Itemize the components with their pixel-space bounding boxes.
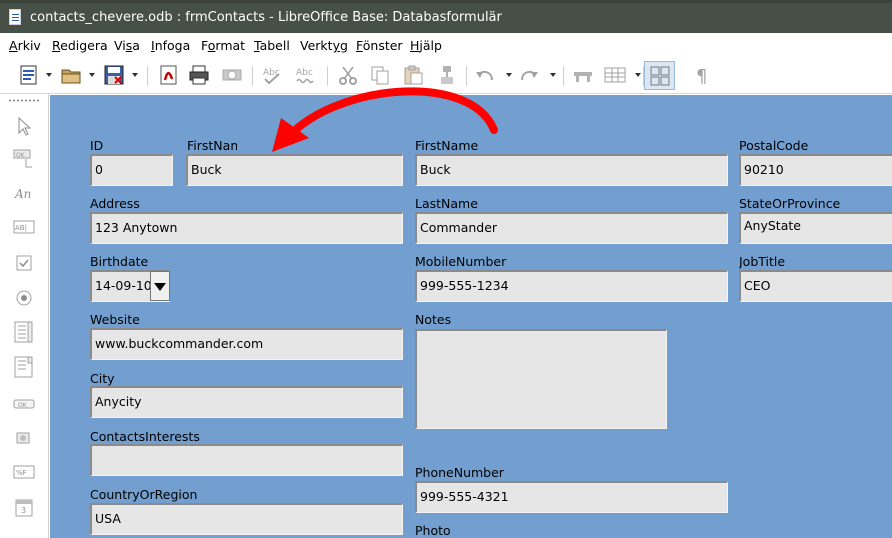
print-preview-icon[interactable] xyxy=(221,64,243,86)
print-icon[interactable] xyxy=(188,64,210,86)
combo-box-control-icon[interactable] xyxy=(13,356,35,378)
jobtitle-label: JobTitle xyxy=(739,254,786,269)
export-pdf-icon[interactable] xyxy=(158,64,180,86)
birthdate-dropdown-button[interactable] xyxy=(150,271,170,301)
open-dropdown[interactable] xyxy=(89,73,95,77)
countryorregion-field[interactable]: USA xyxy=(90,503,403,535)
cut-icon[interactable] xyxy=(337,64,359,86)
redo-dropdown[interactable] xyxy=(550,73,556,77)
postalcode-label: PostalCode xyxy=(739,138,809,153)
menu-item-4[interactable]: Format xyxy=(201,38,245,53)
lastname-label: LastName xyxy=(415,196,478,211)
contactsinterests-label: ContactsInterests xyxy=(90,429,200,444)
city-label: City xyxy=(90,371,115,386)
menu-item-7[interactable]: Fönster xyxy=(356,38,403,53)
menu-item-5[interactable]: Tabell xyxy=(254,38,290,53)
formatted-field-control-icon[interactable]: %F xyxy=(13,461,35,483)
paste-icon[interactable] xyxy=(402,64,424,86)
menu-item-1[interactable]: Redigera xyxy=(52,38,108,53)
menu-item-0[interactable]: Arkiv xyxy=(9,38,41,53)
standard-toolbar: Abc Abc ¶ xyxy=(0,57,892,94)
autospellcheck-icon[interactable]: Abc xyxy=(295,64,317,86)
svg-text:OK: OK xyxy=(18,402,28,409)
design-mode-icon xyxy=(650,66,670,86)
svg-text:%F: %F xyxy=(16,469,27,477)
open-folder-icon[interactable] xyxy=(60,64,82,86)
id-field[interactable]: 0 xyxy=(90,154,173,186)
notes-field[interactable] xyxy=(415,329,667,429)
undo-icon[interactable] xyxy=(474,64,496,86)
city-field[interactable]: Anycity xyxy=(90,386,403,418)
save-icon[interactable] xyxy=(103,64,125,86)
label-control-icon[interactable]: An xyxy=(13,182,35,204)
menu-item-3[interactable]: Infoga xyxy=(151,38,190,53)
address-label: Address xyxy=(90,196,140,211)
svg-text:OK: OK xyxy=(16,152,26,159)
svg-text:Abc: Abc xyxy=(296,68,313,78)
firstname-short-label: FirstNam xyxy=(187,138,237,153)
menu-item-8[interactable]: Hjälp xyxy=(410,38,442,53)
list-box-control-icon[interactable] xyxy=(13,321,35,343)
phonenumber-label: PhoneNumber xyxy=(415,465,504,480)
menu-item-2[interactable]: Visa xyxy=(114,38,140,53)
firstname-label: FirstName xyxy=(415,138,479,153)
option-button-control-icon[interactable] xyxy=(13,287,35,309)
birthdate-label: Birthdate xyxy=(90,254,149,269)
id-label: ID xyxy=(90,138,104,153)
toolbar-grip[interactable] xyxy=(8,99,40,102)
countryorregion-label: CountryOrRegion xyxy=(90,487,198,502)
website-field[interactable]: www.buckcommander.com xyxy=(90,328,403,360)
spellcheck-icon[interactable]: Abc xyxy=(262,64,284,86)
address-field[interactable]: 123 Anytown xyxy=(90,212,403,244)
clone-formatting-icon[interactable] xyxy=(436,64,458,86)
select-pointer-icon[interactable] xyxy=(13,115,35,137)
check-box-control-icon[interactable] xyxy=(13,252,35,274)
document-icon xyxy=(9,9,21,25)
date-field-control-icon[interactable]: 3 xyxy=(13,496,35,518)
stateorprovince-field[interactable]: AnyState xyxy=(739,212,892,244)
postalcode-field[interactable]: 90210 xyxy=(739,154,892,186)
mobilenumber-label: MobileNumber xyxy=(415,254,507,269)
table-dropdown[interactable] xyxy=(635,73,641,77)
new-document-dropdown[interactable] xyxy=(46,73,52,77)
window-title: contacts_chevere.odb : frmContacts - Lib… xyxy=(30,10,502,25)
image-control-icon[interactable] xyxy=(13,427,35,449)
mobilenumber-field[interactable]: 999-555-1234 xyxy=(415,270,728,302)
phonenumber-field[interactable]: 999-555-4321 xyxy=(415,481,728,513)
text-box-control-icon[interactable]: AB| xyxy=(13,216,35,238)
new-document-icon[interactable] xyxy=(18,64,40,86)
push-button-control-icon[interactable]: OK xyxy=(13,147,35,169)
menu-item-6[interactable]: Verktyg xyxy=(300,38,348,53)
save-dropdown[interactable] xyxy=(132,73,138,77)
table-icon[interactable] xyxy=(604,64,626,86)
svg-text:An: An xyxy=(14,187,31,201)
navigator-icon[interactable] xyxy=(572,64,594,86)
more-controls-icon[interactable]: OK xyxy=(13,393,35,415)
form-canvas[interactable]: ID 0 FirstNam Buck Address 123 Anytown B… xyxy=(50,95,892,538)
svg-text:¶: ¶ xyxy=(696,66,707,86)
notes-label: Notes xyxy=(415,312,452,327)
menu-bar: Arkiv Redigera Visa Infoga Format Tabell Verkt… xyxy=(0,33,892,57)
firstname-short-field[interactable]: Buck xyxy=(186,154,403,186)
svg-text:AB|: AB| xyxy=(15,224,27,232)
design-mode-button[interactable] xyxy=(644,61,675,90)
undo-dropdown[interactable] xyxy=(506,73,512,77)
photo-label: Photo xyxy=(415,523,451,538)
firstname-field[interactable]: Buck xyxy=(415,154,728,186)
contactsinterests-field[interactable] xyxy=(90,444,403,476)
stateorprovince-label: StateOrProvince xyxy=(739,196,841,211)
title-bar: contacts_chevere.odb : frmContacts - Lib… xyxy=(0,0,892,33)
lastname-field[interactable]: Commander xyxy=(415,212,728,244)
copy-icon[interactable] xyxy=(369,64,391,86)
form-controls-toolbar: OK An AB| OK %F 3 xyxy=(0,94,49,538)
svg-text:3: 3 xyxy=(21,506,26,515)
jobtitle-field[interactable]: CEO xyxy=(739,270,892,302)
redo-icon[interactable] xyxy=(518,64,540,86)
formatting-marks-icon[interactable]: ¶ xyxy=(692,64,714,86)
website-label: Website xyxy=(90,312,140,327)
